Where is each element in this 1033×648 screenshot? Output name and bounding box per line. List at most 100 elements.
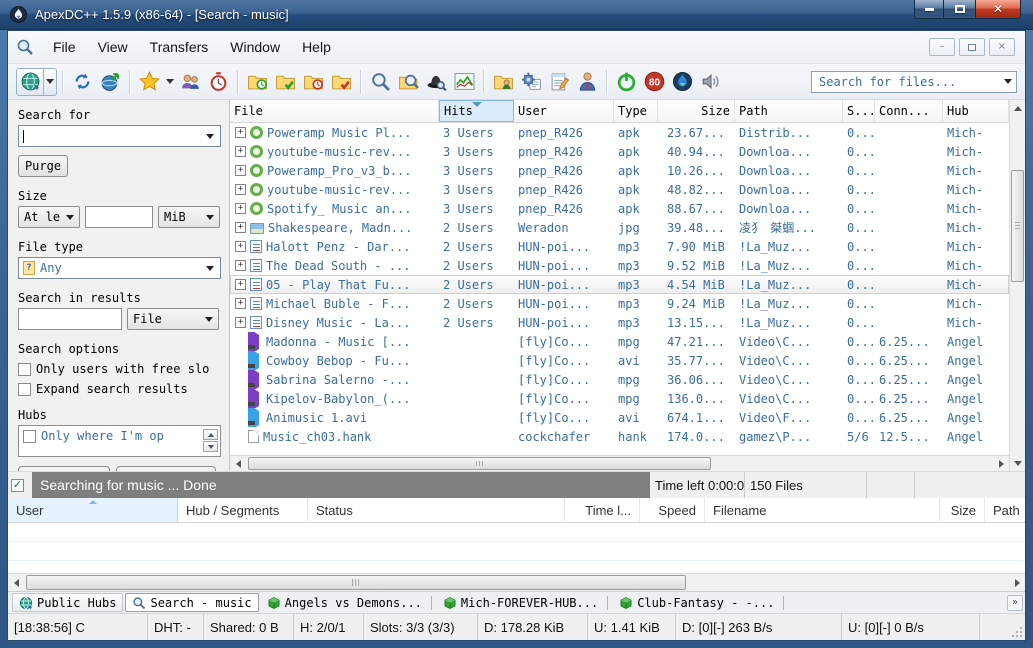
limiter-button[interactable]: 80 <box>640 68 668 96</box>
size-unit-select[interactable]: MiB <box>158 206 220 228</box>
favorite-hubs-button[interactable] <box>135 68 163 96</box>
scroll-left-arrow[interactable] <box>230 456 246 471</box>
column-header-path[interactable]: Path <box>735 100 843 122</box>
spinner-down-icon[interactable] <box>203 441 218 452</box>
settings-button[interactable] <box>517 68 545 96</box>
result-row[interactable]: Cowboy Bebop - Fu... [fly]Co... avi 35.77..… <box>230 351 1009 370</box>
result-row[interactable]: + youtube-music-rev... 3 Users pnep_R426 apk… <box>230 180 1009 199</box>
column-header-user[interactable]: User <box>8 498 178 522</box>
option-free-slots[interactable]: Only users with free slo <box>18 362 221 376</box>
column-header-hub[interactable]: Hub <box>943 100 1009 122</box>
shutdown-button[interactable] <box>612 68 640 96</box>
column-header-time-left[interactable]: Time l... <box>565 498 640 522</box>
menu-file[interactable]: File <box>42 35 87 59</box>
column-header-speed[interactable]: Speed <box>640 498 705 522</box>
menu-help[interactable]: Help <box>291 35 342 59</box>
expand-icon[interactable]: + <box>235 203 246 214</box>
dropdown-arrow-icon[interactable] <box>163 68 176 96</box>
sound-button[interactable] <box>696 68 724 96</box>
results-vertical-scrollbar[interactable] <box>1009 100 1025 471</box>
expand-icon[interactable]: + <box>235 222 246 233</box>
notepad-button[interactable] <box>545 68 573 96</box>
recent-hubs-button[interactable] <box>204 68 232 96</box>
column-header-user[interactable]: User <box>514 100 614 122</box>
result-row[interactable]: + Poweramp Music Pl... 3 Users pnep_R426 apk… <box>230 123 1009 142</box>
checkbox-unchecked-icon[interactable] <box>18 382 31 396</box>
maximize-button[interactable] <box>944 0 975 19</box>
result-row[interactable]: +05 - Play That Fu... 2 Users HUN-poi... mp… <box>230 275 1009 294</box>
search-files-combobox[interactable]: Search for files... <box>811 70 1017 93</box>
checkbox-unchecked-icon[interactable] <box>18 362 31 376</box>
search-button[interactable] <box>366 68 394 96</box>
result-row[interactable]: + Poweramp_Pro_v3_b... 3 Users pnep_R426 apk… <box>230 161 1009 180</box>
result-row[interactable]: + Halott Penz - Dar... 2 Users HUN-poi... mp… <box>230 237 1009 256</box>
away-button[interactable] <box>573 68 601 96</box>
scroll-right-arrow[interactable] <box>993 456 1009 471</box>
scrollbar-thumb[interactable] <box>248 457 712 470</box>
open-filelist-button[interactable] <box>489 68 517 96</box>
expand-icon[interactable]: + <box>235 260 246 271</box>
option-expand-results[interactable]: Expand search results <box>18 382 221 396</box>
hub-option-row[interactable]: Only where I'm op <box>23 429 201 443</box>
expand-icon[interactable]: + <box>235 241 246 252</box>
mdi-close-button[interactable]: × <box>989 38 1015 56</box>
result-row[interactable]: + Michael Buble - F... 2 Users HUN-poi... mp… <box>230 294 1009 313</box>
search-in-results-input[interactable] <box>18 308 122 330</box>
result-row[interactable]: + Disney Music - La... 2 Users HUN-poi... mp… <box>230 313 1009 332</box>
reconnect-button[interactable] <box>68 68 96 96</box>
public-hubs-button[interactable] <box>16 67 44 96</box>
waiting-users-button[interactable] <box>299 68 327 96</box>
file-type-select[interactable]: ? Any <box>18 257 221 279</box>
download-queue-button[interactable] <box>243 68 271 96</box>
tab-angels-vs-demons[interactable]: Angels vs Demons... <box>261 593 428 612</box>
transfers-horizontal-scrollbar[interactable] <box>8 573 1025 591</box>
close-button[interactable]: ✕ <box>975 0 1021 19</box>
tab-public-hubs[interactable]: Public Hubs <box>12 593 124 612</box>
resize-grip[interactable] <box>1009 614 1025 640</box>
checkbox-checked-icon[interactable]: ✓ <box>11 478 24 492</box>
size-mode-select[interactable]: At le <box>18 206 80 228</box>
expand-icon[interactable]: + <box>235 279 246 290</box>
result-row[interactable]: + Shakespeare, Madn... 2 Users Weradon jpg 39… <box>230 218 1009 237</box>
checkbox-unchecked-icon[interactable] <box>23 429 36 443</box>
dropdown-arrow-icon[interactable] <box>44 67 57 96</box>
column-header-path[interactable]: Path <box>985 498 1025 522</box>
column-header-hub-segments[interactable]: Hub / Segments <box>178 498 308 522</box>
result-row[interactable]: Animusic 1.avi [fly]Co... avi 674.1... Video… <box>230 408 1009 427</box>
column-header-hits[interactable]: Hits <box>439 100 514 122</box>
mdi-restore-button[interactable] <box>959 38 985 56</box>
scrollbar-track[interactable] <box>246 456 993 471</box>
tab-overflow-button[interactable]: » <box>1007 594 1023 611</box>
child-window-search-icon[interactable] <box>16 38 34 56</box>
menu-transfers[interactable]: Transfers <box>139 35 220 59</box>
scroll-down-arrow[interactable] <box>1010 455 1025 471</box>
column-header-status[interactable]: Status <box>308 498 565 522</box>
mdi-minimize-button[interactable]: – <box>929 38 955 56</box>
result-row[interactable]: Kipelov-Babylon_(... [fly]Co... mpg 136.0..… <box>230 389 1009 408</box>
adl-search-button[interactable] <box>394 68 422 96</box>
result-row[interactable]: Music_ch03.hank cockchafer hank 174.0... gam… <box>230 427 1009 446</box>
finished-uploads-button[interactable] <box>327 68 355 96</box>
result-row[interactable]: Madonna - Music [... [fly]Co... mpg 47.21..… <box>230 332 1009 351</box>
result-row[interactable]: + youtube-music-rev... 3 Users pnep_R426 apk… <box>230 142 1009 161</box>
tab-club-fantasy[interactable]: Club-Fantasy - -... <box>613 593 780 612</box>
finished-downloads-button[interactable] <box>271 68 299 96</box>
favorite-users-button[interactable] <box>176 68 204 96</box>
column-header-file[interactable]: File <box>230 100 439 122</box>
minimize-button[interactable] <box>914 0 944 19</box>
hubs-listbox[interactable]: Only where I'm op <box>18 425 221 457</box>
expand-icon[interactable]: + <box>235 146 246 157</box>
spinner-up-icon[interactable] <box>203 429 218 440</box>
column-header-filename[interactable]: Filename <box>705 498 940 522</box>
expand-icon[interactable]: + <box>235 184 246 195</box>
scrollbar-thumb[interactable] <box>1011 170 1024 282</box>
menu-view[interactable]: View <box>87 35 139 59</box>
tab-mich-forever-hub[interactable]: Mich-FOREVER-HUB... <box>437 593 604 612</box>
results-horizontal-scrollbar[interactable] <box>230 455 1009 471</box>
expand-icon[interactable]: + <box>235 298 246 309</box>
result-row[interactable]: + Spotify_ Music an... 3 Users pnep_R426 apk… <box>230 199 1009 218</box>
follow-redirect-button[interactable] <box>96 68 124 96</box>
scroll-left-arrow[interactable] <box>8 574 24 591</box>
expand-icon[interactable]: + <box>235 127 246 138</box>
scroll-up-arrow[interactable] <box>1010 100 1025 116</box>
